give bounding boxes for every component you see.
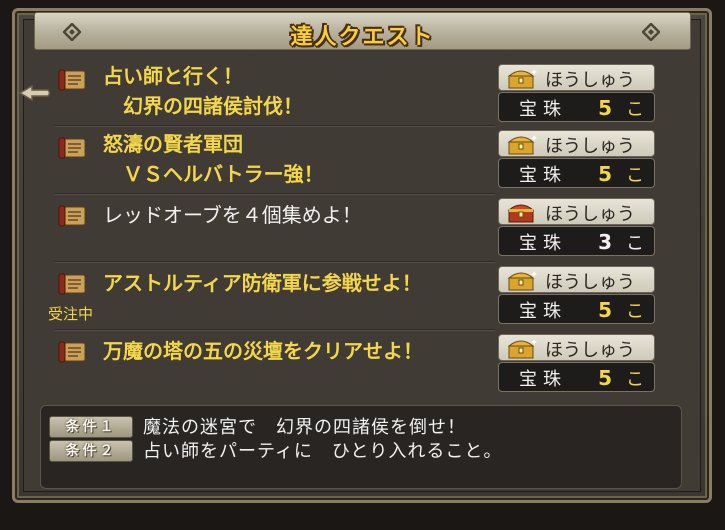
- window-title: 達人クエスト: [290, 25, 435, 50]
- quest-title-line: レッドオーブを４個集めよ！: [103, 203, 362, 227]
- selection-cursor-icon: [18, 84, 51, 102]
- gold-chest-icon: [507, 135, 537, 155]
- quest-row[interactable]: 怒濤の賢者軍団 ＶＳヘルバトラー強！ ほうしゅう 宝珠 5こ: [55, 130, 657, 195]
- row-divider: [55, 125, 495, 127]
- condition-text: 占い師をパーティに ひとり入れること。: [143, 441, 503, 462]
- ornament-right-icon: [642, 23, 660, 41]
- scroll-icon: [58, 273, 86, 295]
- reward-unit: こ: [626, 301, 644, 322]
- quest-row[interactable]: 占い師と行く！ 幻界の四諸侯討伐！ ほうしゅう 宝珠 5こ: [55, 62, 657, 127]
- condition-badge: 条件２: [49, 440, 133, 462]
- gold-chest-icon: [507, 339, 537, 359]
- condition-text: 魔法の迷宮で 幻界の四諸侯を倒せ！: [143, 417, 466, 438]
- reward-detail: 宝珠 5こ: [498, 92, 655, 122]
- reward-label: ほうしゅう: [545, 204, 635, 225]
- row-divider: [55, 261, 495, 263]
- reward-detail: 宝珠 3こ: [498, 226, 655, 256]
- quest-title-line: アストルティア防衛軍に参戦せよ！: [103, 271, 422, 295]
- reward-header: ほうしゅう: [498, 64, 655, 91]
- quest-row[interactable]: レッドオーブを４個集めよ！ ほうしゅう 宝珠 3こ: [55, 198, 657, 263]
- reward-count: 3こ: [598, 229, 644, 255]
- quest-row[interactable]: アストルティア防衛軍に参戦せよ！ ほうしゅう 宝珠 5こ: [55, 266, 657, 331]
- reward-detail: 宝珠 5こ: [498, 362, 655, 392]
- reward-detail: 宝珠 5こ: [498, 158, 655, 188]
- reward-count: 5こ: [598, 365, 644, 391]
- reward-box: ほうしゅう 宝珠 5こ: [498, 266, 655, 324]
- reward-label: ほうしゅう: [545, 272, 635, 293]
- scroll-icon: [58, 137, 86, 159]
- reward-box: ほうしゅう 宝珠 5こ: [498, 334, 655, 392]
- reward-box: ほうしゅう 宝珠 5こ: [498, 130, 655, 188]
- reward-count: 5こ: [598, 161, 644, 187]
- reward-item: 宝珠: [519, 301, 567, 322]
- reward-header: ほうしゅう: [498, 198, 655, 225]
- reward-count-value: 5: [598, 162, 612, 186]
- scroll-icon: [58, 69, 86, 91]
- red-chest-icon: [507, 204, 535, 223]
- reward-count: 5こ: [598, 95, 644, 121]
- reward-unit: こ: [626, 233, 644, 254]
- condition-badge: 条件１: [49, 416, 133, 438]
- title-bar: 達人クエスト: [34, 12, 691, 50]
- reward-label: ほうしゅう: [545, 70, 635, 91]
- quest-title-line: 怒濤の賢者軍団: [103, 132, 243, 156]
- reward-count-value: 5: [598, 366, 612, 390]
- reward-count: 5こ: [598, 297, 644, 323]
- reward-item: 宝珠: [519, 99, 567, 120]
- reward-item: 宝珠: [519, 233, 567, 254]
- reward-count-value: 5: [598, 298, 612, 322]
- reward-detail: 宝珠 5こ: [498, 294, 655, 324]
- reward-header: ほうしゅう: [498, 130, 655, 157]
- quest-row[interactable]: 万魔の塔の五の災壇をクリアせよ！ ほうしゅう 宝珠 5こ: [55, 334, 657, 398]
- gold-chest-icon: [507, 271, 537, 291]
- reward-box: ほうしゅう 宝珠 5こ: [498, 64, 655, 122]
- reward-unit: こ: [626, 99, 644, 120]
- reward-label: ほうしゅう: [545, 136, 635, 157]
- quest-title-line: 占い師と行く！: [103, 64, 243, 88]
- reward-box: ほうしゅう 宝珠 3こ: [498, 198, 655, 256]
- reward-header: ほうしゅう: [498, 266, 655, 293]
- scroll-icon: [58, 341, 86, 363]
- reward-item: 宝珠: [519, 369, 567, 390]
- gold-chest-icon: [507, 69, 537, 89]
- reward-item: 宝珠: [519, 165, 567, 186]
- reward-count-value: 3: [598, 230, 612, 254]
- scroll-icon: [58, 205, 86, 227]
- conditions-panel: 条件１ 魔法の迷宮で 幻界の四諸侯を倒せ！ 条件２ 占い師をパーティに ひとり入…: [40, 405, 682, 489]
- reward-unit: こ: [626, 165, 644, 186]
- quest-title-line: ＶＳヘルバトラー強！: [103, 162, 324, 186]
- row-divider: [55, 193, 495, 195]
- reward-count-value: 5: [598, 96, 612, 120]
- row-divider: [55, 329, 495, 331]
- quest-title-line: 万魔の塔の五の災壇をクリアせよ！: [103, 339, 423, 363]
- reward-label: ほうしゅう: [545, 340, 635, 361]
- reward-unit: こ: [626, 369, 644, 390]
- quest-title-line: 幻界の四諸侯討伐！: [103, 94, 303, 118]
- accepted-status-badge: 受注中: [48, 305, 94, 323]
- reward-header: ほうしゅう: [498, 334, 655, 361]
